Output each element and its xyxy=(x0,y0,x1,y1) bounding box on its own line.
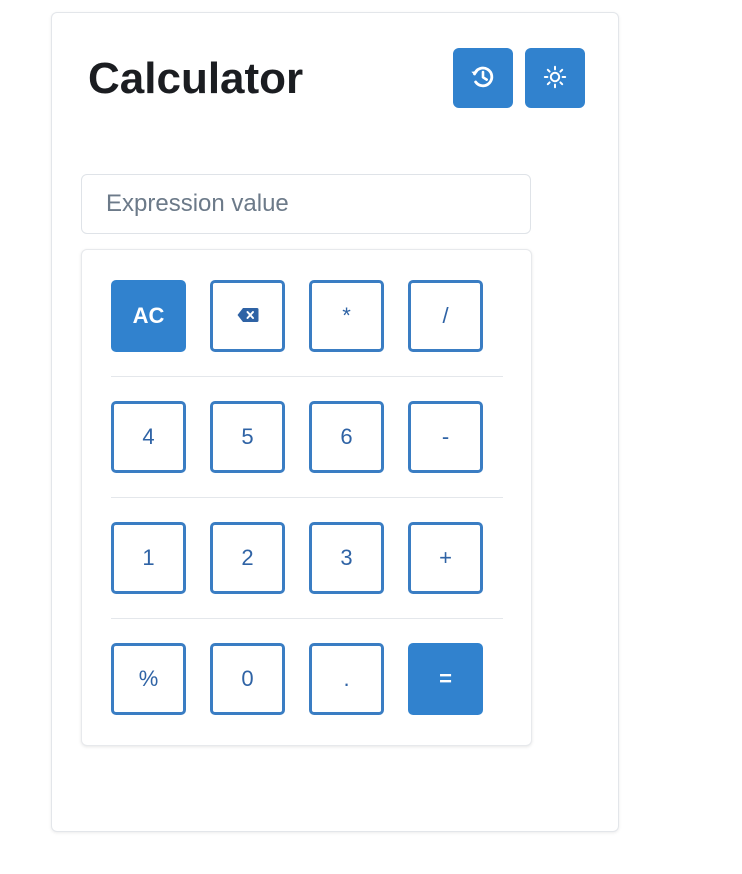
percent-button[interactable]: % xyxy=(111,643,186,715)
multiply-button[interactable]: * xyxy=(309,280,384,352)
keypad-row: 4 5 6 - xyxy=(111,401,503,474)
history-icon xyxy=(470,64,496,93)
backspace-button[interactable] xyxy=(210,280,285,352)
row-divider xyxy=(111,618,503,619)
row-divider xyxy=(111,376,503,377)
keypad-row: AC * / xyxy=(111,280,503,353)
digit-1-button[interactable]: 1 xyxy=(111,522,186,594)
add-button[interactable]: + xyxy=(408,522,483,594)
keypad-row: 1 2 3 + xyxy=(111,522,503,595)
calculator-card: Calculator Expression value AC * / 4 5 6… xyxy=(51,12,619,832)
digit-0-button[interactable]: 0 xyxy=(210,643,285,715)
subtract-button[interactable]: - xyxy=(408,401,483,473)
digit-3-button[interactable]: 3 xyxy=(309,522,384,594)
history-button[interactable] xyxy=(453,48,513,108)
expression-input[interactable] xyxy=(81,174,531,234)
theme-toggle-button[interactable] xyxy=(525,48,585,108)
page-title: Calculator xyxy=(88,54,304,103)
keypad-row: % 0 . = xyxy=(111,643,503,716)
keypad: AC * / 4 5 6 - 1 2 3 + % 0 . = xyxy=(81,249,532,746)
digit-5-button[interactable]: 5 xyxy=(210,401,285,473)
digit-4-button[interactable]: 4 xyxy=(111,401,186,473)
backspace-icon xyxy=(237,303,259,329)
row-divider xyxy=(111,497,503,498)
equals-button[interactable]: = xyxy=(408,643,483,715)
divide-button[interactable]: / xyxy=(408,280,483,352)
digit-6-button[interactable]: 6 xyxy=(309,401,384,473)
digit-2-button[interactable]: 2 xyxy=(210,522,285,594)
all-clear-button[interactable]: AC xyxy=(111,280,186,352)
sun-icon xyxy=(543,65,567,92)
decimal-button[interactable]: . xyxy=(309,643,384,715)
